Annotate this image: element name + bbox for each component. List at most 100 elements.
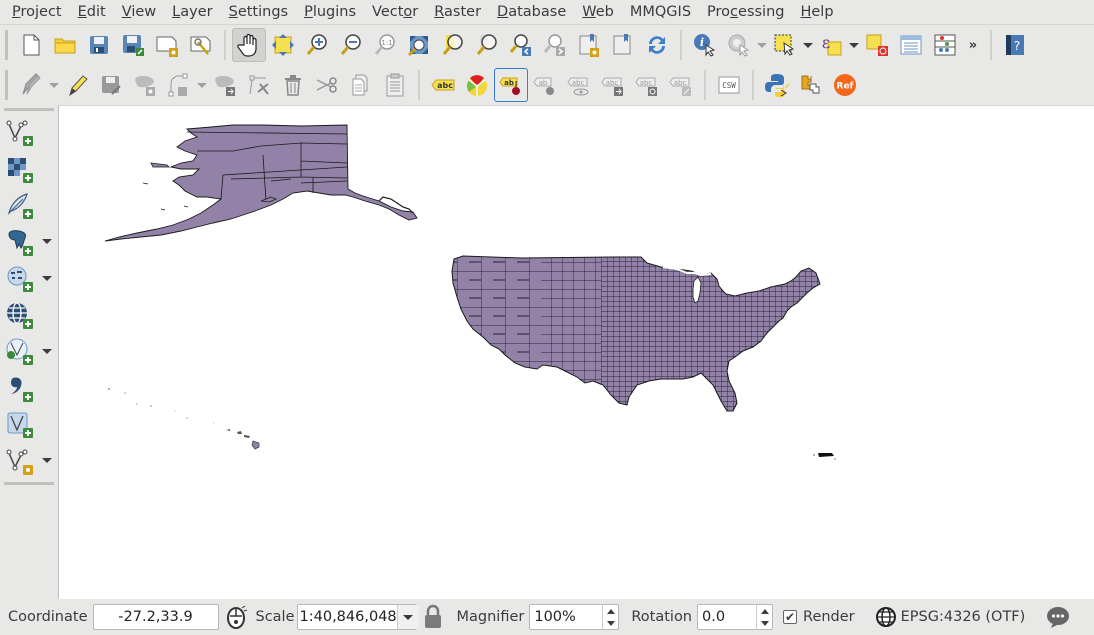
zoom-out-button[interactable]	[334, 28, 368, 62]
cut-features-button[interactable]	[310, 68, 344, 102]
lock-scale-button[interactable]	[423, 604, 443, 630]
zoom-to-selection-button[interactable]	[436, 28, 470, 62]
toolbar-handle[interactable]	[5, 30, 8, 60]
pin-labels-button[interactable]: ab	[494, 68, 528, 102]
identify-button[interactable]: i	[688, 28, 722, 62]
copy-features-button[interactable]	[344, 68, 378, 102]
toggle-editing-button[interactable]	[60, 68, 94, 102]
add-spatialite-layer-button[interactable]	[0, 260, 58, 297]
menu-vector[interactable]: Vector	[364, 0, 426, 25]
attribute-table-button[interactable]	[894, 28, 928, 62]
select-by-expression-button[interactable]: ε	[814, 28, 848, 62]
new-shapefile-layer-dropdown[interactable]	[41, 458, 53, 463]
statistical-summary-button[interactable]	[928, 28, 962, 62]
render-checkbox[interactable]: ✔	[783, 610, 798, 624]
vertex-tool-dropdown[interactable]	[196, 83, 208, 88]
plugin-manager-button[interactable]	[794, 68, 828, 102]
menu-processing[interactable]: Processing	[699, 0, 792, 25]
select-features-button[interactable]	[768, 28, 802, 62]
menu-help[interactable]: Help	[792, 0, 841, 25]
show-bookmarks-button[interactable]	[606, 28, 640, 62]
magnifier-decrement[interactable]	[603, 617, 618, 629]
csw-button[interactable]: CSW	[712, 68, 746, 102]
add-wfs-layer-dropdown[interactable]	[41, 349, 53, 354]
scale-combobox[interactable]: 1:40,846,048	[296, 604, 419, 630]
add-virtual-layer-button[interactable]	[0, 406, 58, 443]
zoom-to-layer-button[interactable]	[470, 28, 504, 62]
diagram-button[interactable]	[460, 68, 494, 102]
menu-project[interactable]: Project	[4, 0, 70, 25]
deselect-all-button[interactable]	[860, 28, 894, 62]
toolbar-handle[interactable]	[4, 108, 54, 111]
vertex-tool-button[interactable]	[162, 68, 196, 102]
zoom-in-button[interactable]	[300, 28, 334, 62]
run-action-button[interactable]	[722, 28, 756, 62]
show-hide-labels-button[interactable]: ab	[528, 68, 562, 102]
paste-features-button[interactable]	[378, 68, 412, 102]
select-by-expression-dropdown[interactable]	[848, 43, 860, 48]
modify-attributes-button[interactable]	[208, 68, 242, 102]
menu-raster[interactable]: Raster	[426, 0, 489, 25]
pan-button[interactable]	[232, 28, 266, 62]
new-print-layout-button[interactable]	[150, 28, 184, 62]
zoom-next-button[interactable]	[538, 28, 572, 62]
menu-plugins[interactable]: Plugins	[296, 0, 364, 25]
add-comma-layer-button[interactable]	[0, 370, 58, 407]
refresh-button[interactable]	[640, 28, 674, 62]
new-shapefile-layer-button[interactable]	[0, 443, 58, 480]
toolbar-handle[interactable]	[5, 70, 8, 100]
more-tools-button[interactable]: »	[962, 28, 984, 62]
rotation-spinbox[interactable]: 0.0	[697, 604, 774, 630]
save-edits-button[interactable]	[94, 68, 128, 102]
menu-settings[interactable]: Settings	[221, 0, 297, 25]
open-project-button[interactable]	[48, 28, 82, 62]
label-button[interactable]: abc	[426, 68, 460, 102]
change-label-button[interactable]: abc	[630, 68, 664, 102]
menu-layer[interactable]: Layer	[164, 0, 220, 25]
node-tool-button[interactable]	[242, 68, 276, 102]
add-wfs-layer-button[interactable]	[0, 333, 58, 370]
scale-dropdown[interactable]	[396, 605, 419, 629]
menu-mmqgis[interactable]: MMQGIS	[622, 0, 699, 25]
current-edits-button[interactable]	[14, 68, 48, 102]
add-postgis-layer-dropdown[interactable]	[41, 239, 53, 244]
rotate-label-button[interactable]: abc	[596, 68, 630, 102]
toolbar-handle[interactable]	[4, 482, 54, 485]
select-features-dropdown[interactable]	[802, 43, 814, 48]
map-canvas[interactable]	[58, 105, 1094, 599]
add-wms-layer-button[interactable]	[0, 297, 58, 334]
move-label-button[interactable]: abc	[562, 68, 596, 102]
new-project-button[interactable]	[14, 28, 48, 62]
menu-view[interactable]: View	[114, 0, 164, 25]
python-console-button[interactable]	[760, 68, 794, 102]
layout-manager-button[interactable]	[184, 28, 218, 62]
save-as-button[interactable]	[116, 28, 150, 62]
add-delimited-text-button[interactable]	[0, 187, 58, 224]
run-action-dropdown[interactable]	[756, 43, 768, 48]
zoom-last-button[interactable]	[504, 28, 538, 62]
crs-button[interactable]: EPSG:4326 (OTF)	[875, 606, 1025, 628]
current-edits-dropdown[interactable]	[48, 83, 60, 88]
save-project-button[interactable]	[82, 28, 116, 62]
add-raster-layer-button[interactable]	[0, 151, 58, 188]
add-postgis-layer-button[interactable]	[0, 224, 58, 261]
label-properties-button[interactable]: abc	[664, 68, 698, 102]
add-polygon-button[interactable]	[128, 68, 162, 102]
help-button[interactable]: ?	[998, 28, 1032, 62]
messages-button[interactable]	[1045, 605, 1071, 629]
add-spatialite-layer-dropdown[interactable]	[41, 276, 53, 281]
magnifier-spinbox[interactable]: 100%	[529, 604, 620, 630]
magnifier-increment[interactable]	[603, 605, 618, 617]
add-vector-layer-button[interactable]	[0, 114, 58, 151]
pan-to-selection-button[interactable]	[266, 28, 300, 62]
zoom-native-button[interactable]: 1:1	[368, 28, 402, 62]
menu-edit[interactable]: Edit	[70, 0, 114, 25]
menu-web[interactable]: Web	[574, 0, 622, 25]
zoom-full-button[interactable]	[402, 28, 436, 62]
coordinate-field[interactable]: -27.2,33.9	[92, 604, 219, 630]
rotation-decrement[interactable]	[757, 617, 772, 629]
delete-selected-button[interactable]	[276, 68, 310, 102]
new-bookmark-button[interactable]	[572, 28, 606, 62]
menu-database[interactable]: Database	[489, 0, 574, 25]
rotation-increment[interactable]	[757, 605, 772, 617]
